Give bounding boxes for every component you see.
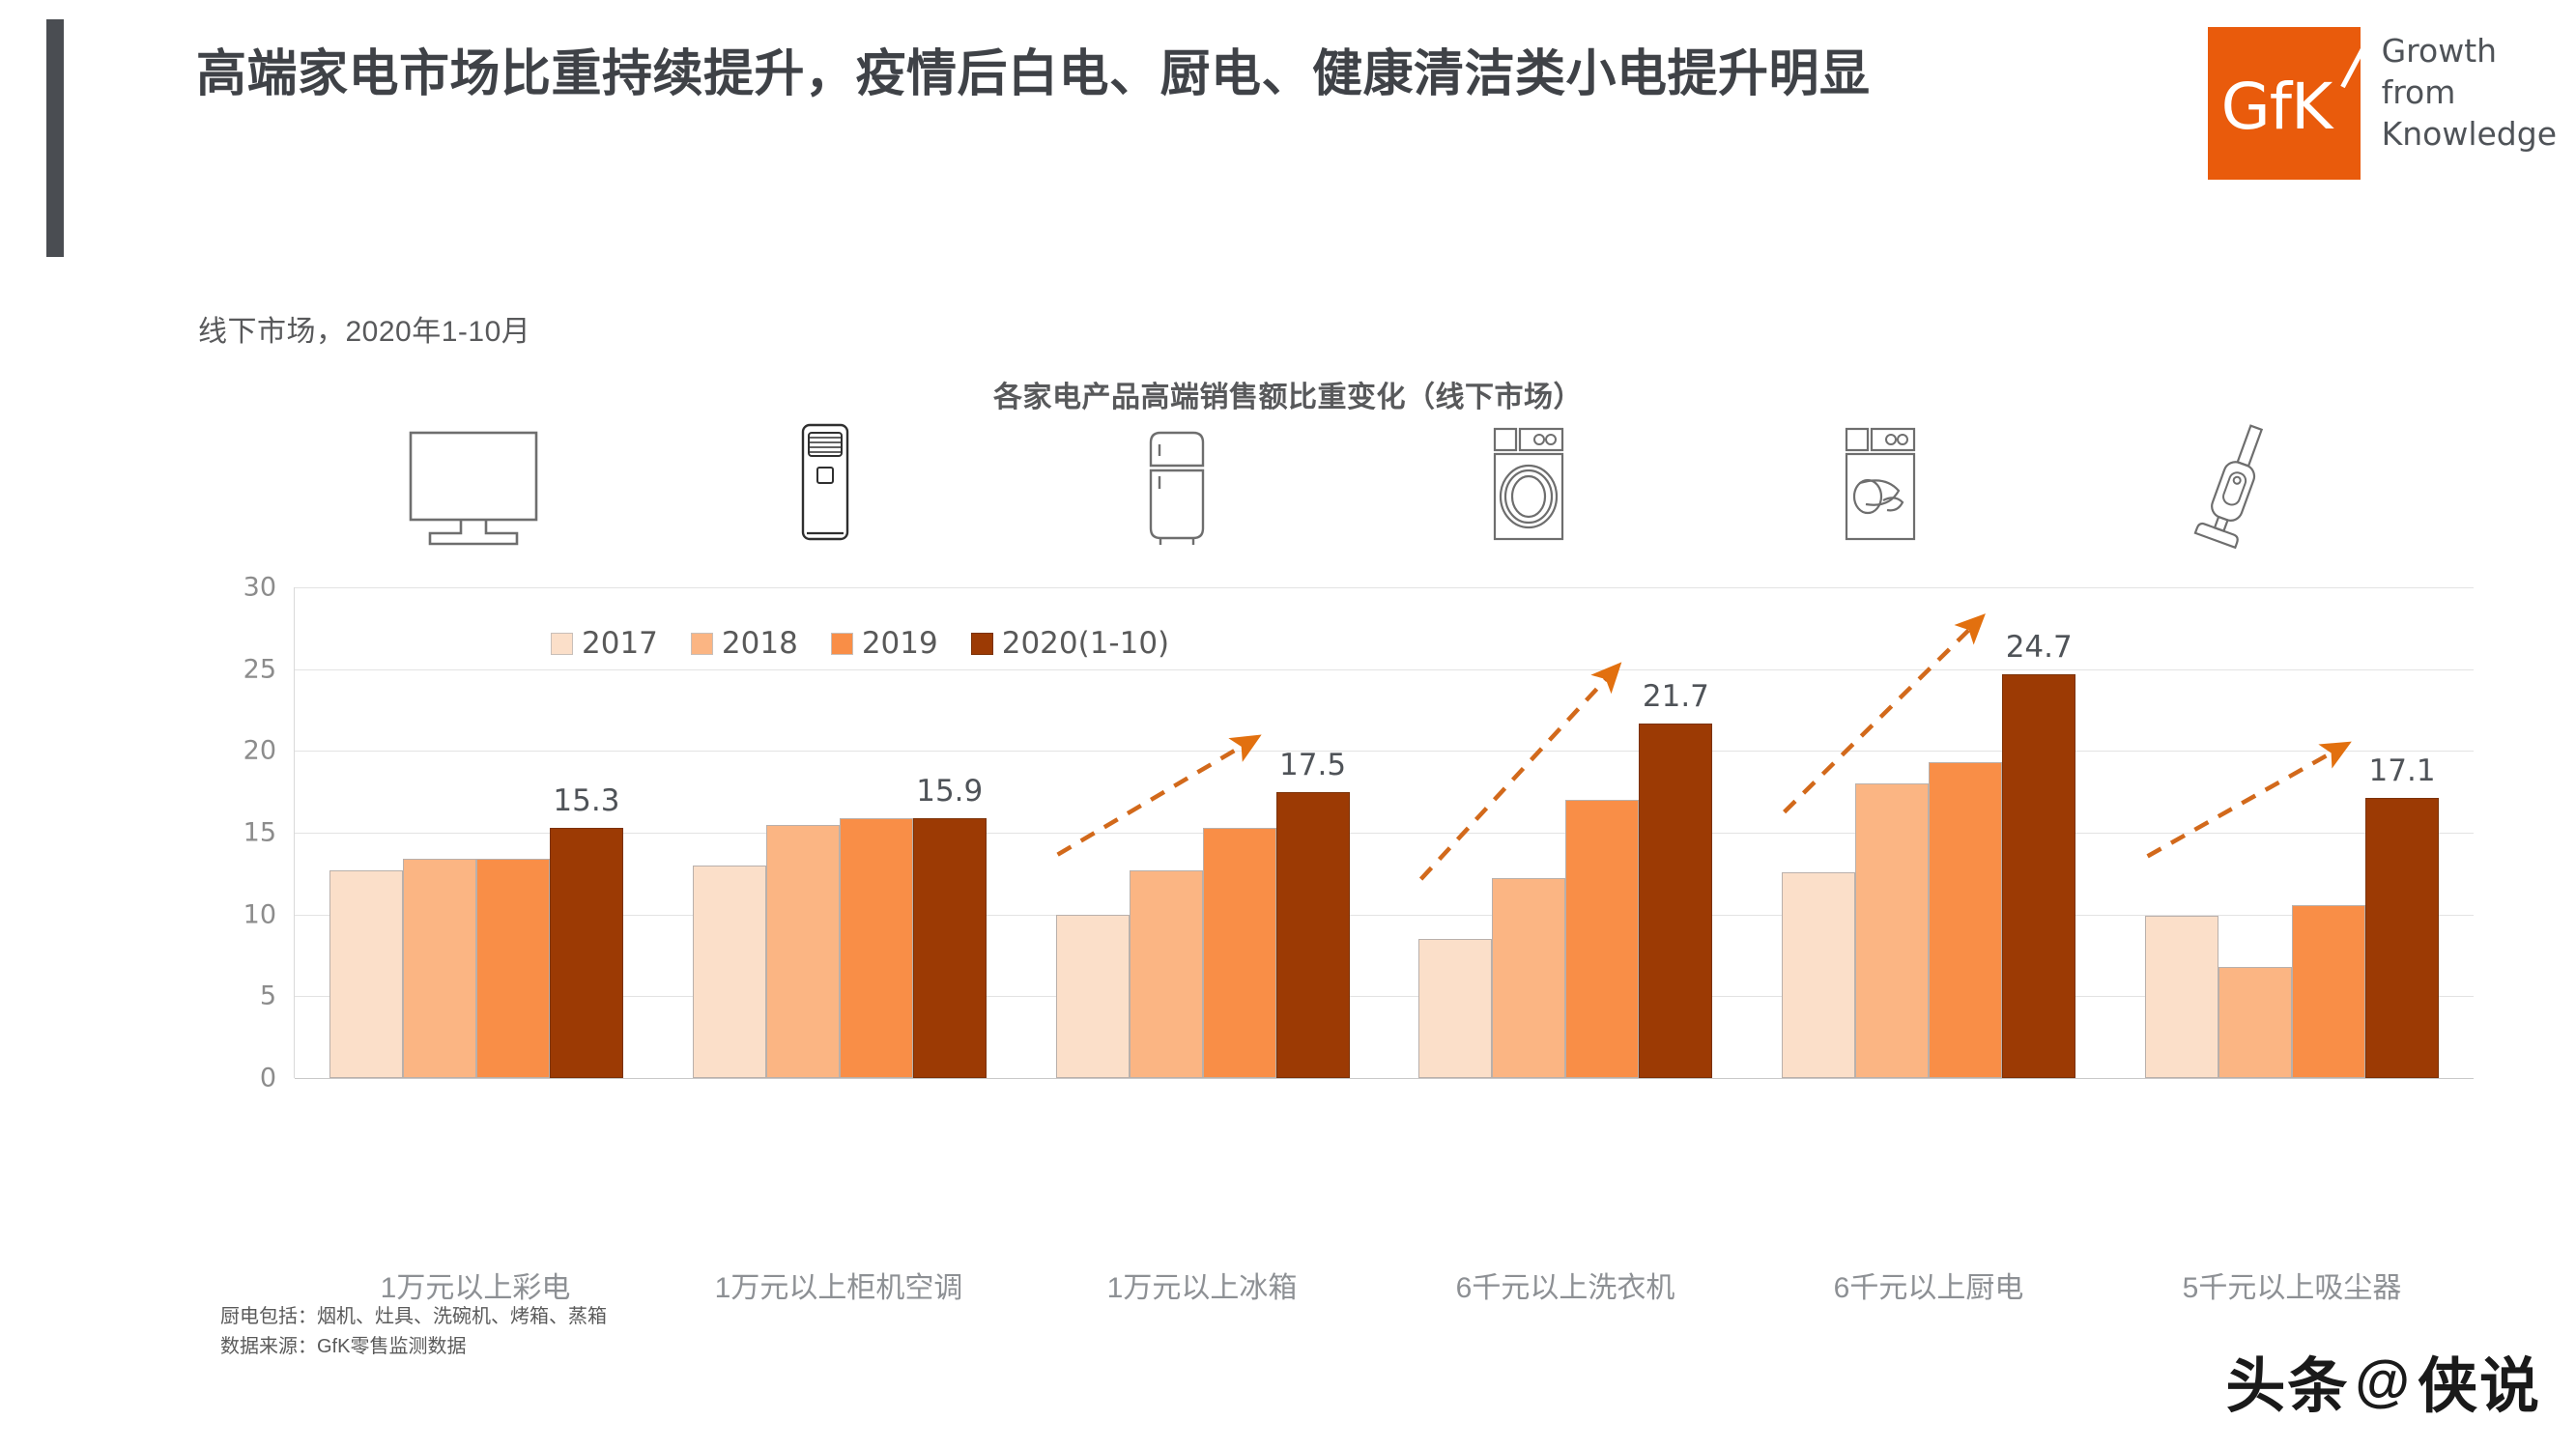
- legend-swatch-2017: [551, 632, 573, 655]
- y-tick-5: 5: [259, 980, 276, 1011]
- x-axis-labels: 1万元以上彩电 1万元以上柜机空调 1万元以上冰箱 6千元以上洗衣机 6千元以上厨电 5千…: [294, 1264, 2474, 1306]
- x-axis-label: 1万元以上柜机空调: [714, 1272, 963, 1304]
- gfk-tagline: Growth from Knowledge: [2382, 27, 2557, 156]
- page-subtitle: 线下市场，2020年1-10月: [198, 316, 531, 348]
- chart-area: 2017 2018 2019 2020(1-10) 30 25 20 15 10 5 0 1…: [232, 415, 2474, 1304]
- x-axis-label: 6千元以上厨电: [1833, 1272, 2024, 1304]
- plot-region: 30 25 20 15 10 5 0 15.3 15.9 17.5 21.7 24.7 17.1 1万…: [232, 573, 2474, 1304]
- gfk-tagline-line-3: Knowledge: [2381, 114, 2557, 153]
- legend-swatch-2018: [690, 632, 713, 655]
- gridline-0: [295, 1078, 2474, 1079]
- legend-label-2019: 2019: [861, 626, 938, 661]
- page-title: 高端家电市场比重持续提升，疫情后白电、厨电、健康清洁类小电提升明显: [196, 46, 1871, 102]
- x-axis-label: 5千元以上吸尘器: [2182, 1272, 2402, 1304]
- y-tick-25: 25: [243, 654, 276, 685]
- watermark-at: @: [2355, 1349, 2412, 1412]
- y-tick-30: 30: [243, 572, 276, 603]
- legend-item-2017[interactable]: 2017: [551, 626, 658, 661]
- legend-swatch-2020: [970, 632, 993, 655]
- legend-item-2019[interactable]: 2019: [830, 626, 938, 661]
- gfk-tagline-line-2: from: [2381, 72, 2456, 111]
- x-axis-label: 6千元以上洗衣机: [1455, 1272, 1675, 1304]
- legend-label-2018: 2018: [721, 626, 798, 661]
- legend-label-2020: 2020(1-10): [1001, 626, 1170, 661]
- y-tick-0: 0: [259, 1063, 276, 1094]
- trend-arrow-icon: [2146, 741, 2352, 859]
- footnotes: 厨电包括：烟机、灶具、洗碗机、烤箱、蒸箱 数据来源：GfK零售监测数据: [220, 1302, 607, 1362]
- trend-arrow-layer: [1056, 613, 2352, 881]
- chart-title: 各家电产品高端销售额比重变化（线下市场）: [993, 382, 1583, 413]
- x-axis-label: 1万元以上冰箱: [1106, 1272, 1298, 1304]
- watermark: 头条 @ 侠说: [2225, 1337, 2541, 1424]
- gfk-logo: GfK Growth from Knowledge: [2207, 27, 2557, 180]
- legend-swatch-2019: [830, 632, 853, 655]
- gfk-wordmark: GfK: [2220, 70, 2333, 144]
- trend-arrow-icon: [1783, 613, 1986, 814]
- y-axis: 30 25 20 15 10 5 0: [232, 573, 294, 1094]
- gfk-slash-accent: [2339, 41, 2368, 89]
- plot-inner: 15.3 15.9 17.5 21.7 24.7 17.1: [294, 587, 2474, 1079]
- title-accent-bar: [46, 19, 64, 257]
- watermark-right: 侠说: [2417, 1353, 2541, 1420]
- y-tick-15: 15: [243, 817, 276, 848]
- gfk-tagline-line-1: Growth: [2381, 32, 2498, 70]
- footnote-line-2: 数据来源：GfK零售监测数据: [220, 1336, 467, 1357]
- footnote-line-1: 厨电包括：烟机、灶具、洗碗机、烤箱、蒸箱: [220, 1306, 607, 1327]
- y-tick-20: 20: [243, 735, 276, 766]
- legend-label-2017: 2017: [582, 626, 658, 661]
- legend-item-2018[interactable]: 2018: [690, 626, 798, 661]
- chart-legend: 2017 2018 2019 2020(1-10): [551, 626, 1169, 661]
- legend-item-2020[interactable]: 2020(1-10): [970, 626, 1170, 661]
- trend-arrow-icon: [1418, 662, 1622, 881]
- y-tick-10: 10: [243, 899, 276, 930]
- trend-arrow-icon: [1056, 734, 1262, 857]
- watermark-left: 头条: [2225, 1353, 2350, 1420]
- gfk-logo-mark: GfK: [2207, 27, 2368, 180]
- x-axis-label: 1万元以上彩电: [380, 1272, 571, 1304]
